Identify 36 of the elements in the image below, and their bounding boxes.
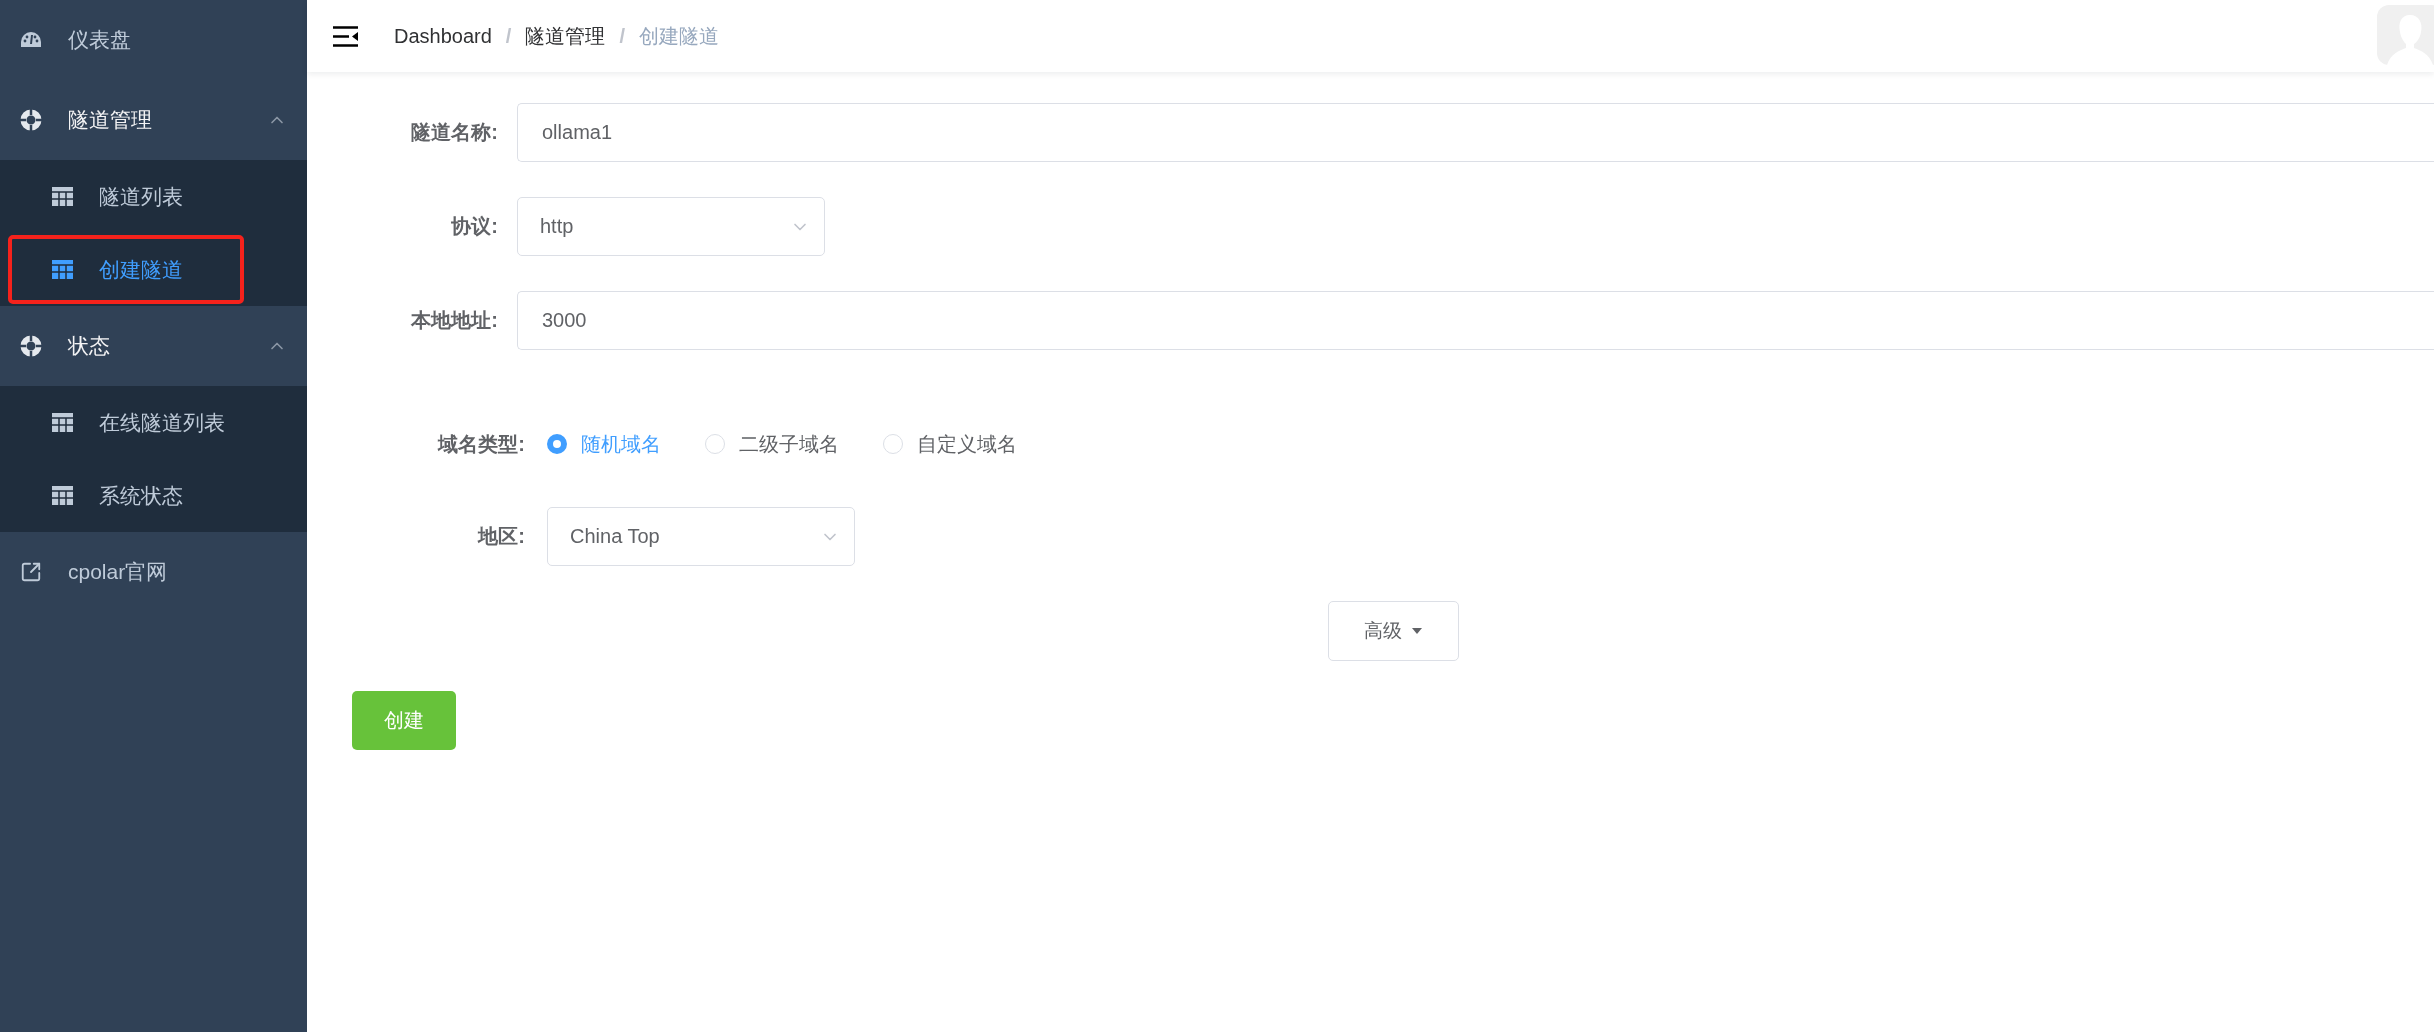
menu-group[interactable]: 隧道管理 <box>0 80 307 160</box>
menu-icon[interactable] <box>333 25 358 47</box>
grid-icon <box>52 486 73 505</box>
lifebuoy-icon <box>20 109 42 131</box>
radio-button[interactable] <box>547 434 567 454</box>
menu-link[interactable]: cpolar官网 <box>0 532 307 612</box>
grid-icon <box>52 187 73 206</box>
field-label: 本地地址: <box>410 308 498 333</box>
dashboard-icon <box>20 31 42 49</box>
menu-item[interactable]: 仪表盘 <box>0 0 307 80</box>
caret-down-icon <box>1412 628 1422 634</box>
field-label: 协议: <box>450 214 498 239</box>
input-field[interactable]: 3000 <box>517 291 2434 350</box>
select-field[interactable]: China Top <box>547 507 855 566</box>
input-field[interactable]: ollama1 <box>517 103 2434 162</box>
menu-item[interactable]: 在线隧道列表 <box>0 386 307 459</box>
breadcrumb-item[interactable]: Dashboard <box>394 24 492 48</box>
lifebuoy-icon <box>20 335 42 357</box>
breadcrumb-item: 创建隧道 <box>638 23 719 49</box>
menu-group[interactable]: 状态 <box>0 306 307 386</box>
radio-option[interactable]: 二级子域名 <box>705 430 839 458</box>
breadcrumb-item[interactable]: 隧道管理 <box>525 22 606 50</box>
field-label: 域名类型: <box>436 431 525 457</box>
breadcrumb-separator: / <box>505 24 512 48</box>
external-link-icon <box>20 561 42 583</box>
grid-icon <box>52 413 73 432</box>
select-field[interactable]: http <box>517 197 825 256</box>
breadcrumb-separator: / <box>619 24 625 48</box>
menu-item[interactable]: 系统状态 <box>0 459 307 532</box>
field-label: 地区: <box>476 524 525 549</box>
grid-icon <box>52 260 73 279</box>
advanced-button[interactable]: 高级 <box>1327 601 1459 661</box>
menu-item[interactable]: 创建隧道 <box>0 233 307 306</box>
menu-item[interactable]: 隧道列表 <box>0 160 307 233</box>
radio-option[interactable]: 自定义域名 <box>883 430 1017 458</box>
field-label: 隧道名称: <box>410 120 498 145</box>
